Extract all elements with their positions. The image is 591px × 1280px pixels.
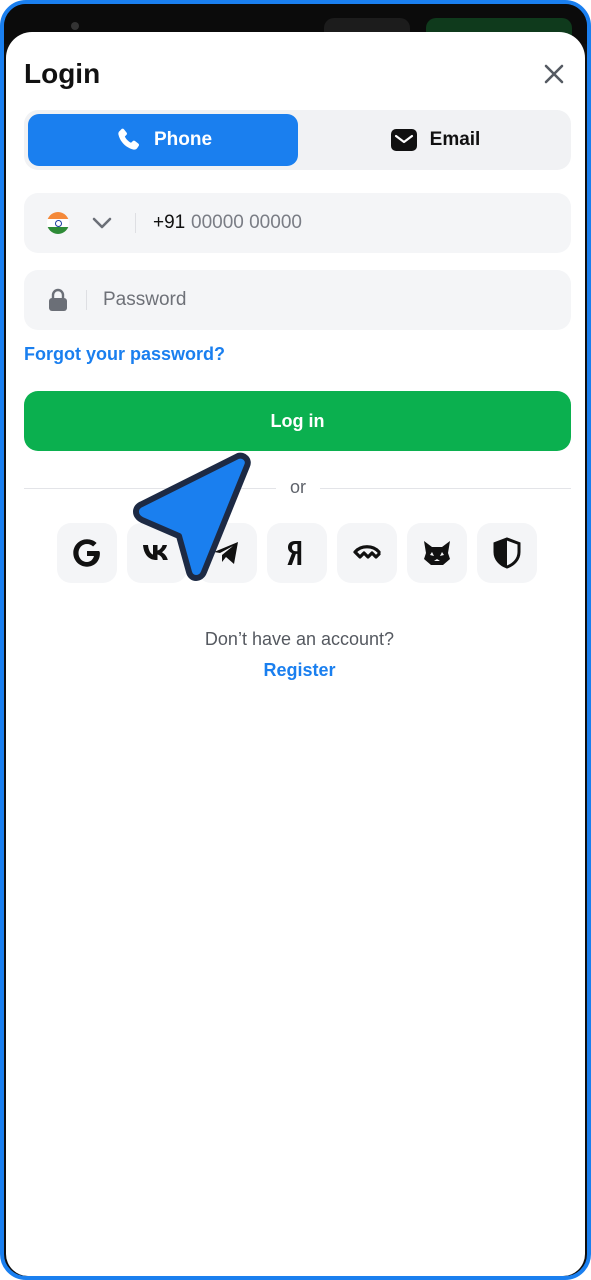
camera-dot [71,22,79,30]
walletconnect-icon [353,545,381,559]
tab-phone-label: Phone [153,129,213,150]
password-field [24,270,571,330]
password-input[interactable] [103,284,543,316]
dial-code: +91 [153,212,186,233]
telegram-icon [214,542,238,564]
shield-icon [493,537,521,569]
tab-phone[interactable]: Phone [28,114,298,166]
divider-line-right [320,488,571,489]
forgot-password-link[interactable]: Forgot your password? [24,344,225,365]
login-button[interactable]: Log in [24,391,571,451]
vk-login-button[interactable] [127,523,187,583]
walletconnect-login-button[interactable] [337,523,397,583]
phone-field: +91 [24,193,571,253]
close-icon[interactable] [539,59,569,89]
page-title: Login [24,58,101,89]
metamask-login-button[interactable] [407,523,467,583]
register-link[interactable]: Register [6,660,587,681]
google-icon [73,539,100,567]
india-flag-icon[interactable] [47,212,69,234]
login-method-tabs: Phone Email [24,110,571,170]
login-sheet: Login Phone Email +91 00000 00000 Forgot… [6,32,585,1276]
chevron-down-icon[interactable] [90,211,114,235]
phone-input[interactable] [191,207,551,239]
google-login-button[interactable] [57,523,117,583]
mail-icon [390,126,418,154]
vk-icon [143,545,168,560]
phone-icon [114,126,142,154]
telegram-login-button[interactable] [197,523,257,583]
field-divider [135,213,136,233]
lock-icon [49,288,67,311]
tab-email-label: Email [429,129,481,150]
metamask-fox-icon [424,541,450,565]
divider-line-left [24,488,276,489]
no-account-text: Don’t have an account? [204,629,395,649]
field-divider [86,290,87,310]
tab-email[interactable]: Email [300,114,570,166]
shield-login-button[interactable] [477,523,537,583]
yandex-login-button[interactable] [267,523,327,583]
device-frame: Login Phone Email +91 00000 00000 Forgot… [0,0,591,1280]
yandex-icon [287,541,302,565]
or-divider-text: or [289,477,306,497]
